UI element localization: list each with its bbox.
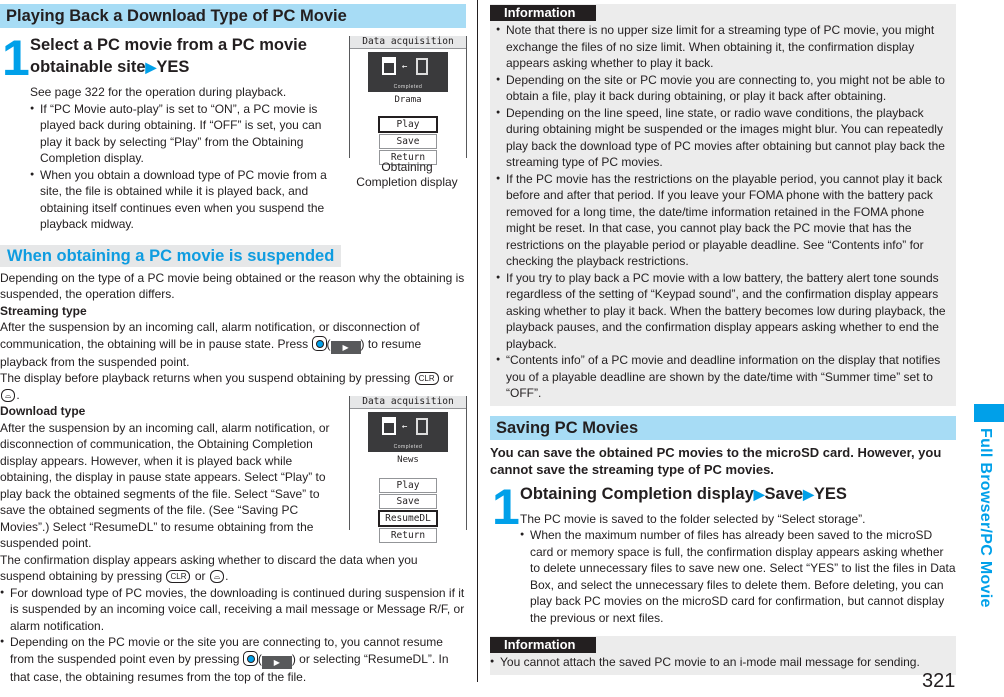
saving-lead: You can save the obtained PC movies to t…	[490, 444, 942, 477]
play-key-icon: ▶	[261, 655, 292, 669]
section-title-playing-back: Playing Back a Download Type of PC Movie	[0, 4, 466, 28]
bullet-item: Depending on the PC movie or the site yo…	[0, 634, 466, 685]
bullet-item: For download type of PC movies, the down…	[0, 585, 466, 635]
information-box: Information Note that there is no upper …	[490, 4, 956, 406]
information-label: Information	[490, 637, 596, 653]
obtaining-completion-screen: Data acquisition ← Completed Drama Play …	[349, 36, 467, 165]
step-text: The PC movie is saved to the folder sele…	[520, 511, 866, 526]
step-title: Select a PC movie from a PC movie obtain…	[30, 36, 307, 76]
download-completed-icon: ← Completed	[368, 412, 448, 452]
movie-name: Drama	[394, 95, 422, 105]
bullet-item: When the maximum number of files has alr…	[520, 527, 956, 626]
end-call-key-icon: ⌓	[209, 570, 225, 583]
info-bullet: Depending on the line speed, line state,…	[496, 105, 956, 171]
bullet-item: When you obtain a download type of PC mo…	[30, 167, 330, 233]
step-title: Obtaining Completion display▶Save▶YES	[520, 484, 847, 503]
step-number: 1	[492, 478, 520, 535]
center-key-icon	[242, 650, 258, 666]
download-type-text: After the suspension by an incoming call…	[0, 420, 330, 551]
download-suspended-screen: Data acquisition ← Completed News Play S…	[349, 396, 467, 543]
streaming-type-heading: Streaming type	[0, 303, 87, 318]
arrow-right-icon: ▶	[803, 485, 814, 502]
subsection-title-suspended: When obtaining a PC movie is suspended	[0, 244, 342, 267]
screen-title: Data acquisition	[350, 396, 466, 409]
information-box: Information You cannot attach the saved …	[490, 636, 956, 675]
play-key-icon: ▶	[330, 340, 361, 354]
clr-key-icon: CLR	[166, 570, 191, 583]
step-number: 1	[2, 30, 30, 86]
step-intro: See page 322 for the operation during pl…	[30, 85, 287, 99]
step-1-save: 1 Obtaining Completion display▶Save▶YES …	[490, 478, 956, 627]
page-number: 321	[922, 670, 956, 692]
end-call-key-icon: ⌓	[1, 388, 16, 402]
chapter-tab-marker	[974, 404, 1004, 422]
bullet-item: If “PC Movie auto-play” is set to “ON”, …	[30, 101, 330, 167]
center-key-icon	[311, 335, 327, 351]
info-bullet: Note that there is no upper size limit f…	[496, 22, 956, 72]
info-bullet: Depending on the site or PC movie you ar…	[496, 72, 956, 105]
info-bullet: If the PC movie has the restrictions on …	[496, 171, 956, 270]
section-title-saving: Saving PC Movies	[490, 415, 956, 440]
download-completed-icon: ← Completed	[368, 52, 448, 92]
screen-save-button: Save	[379, 494, 437, 509]
screen-resumedl-button: ResumeDL	[378, 510, 438, 527]
chapter-tab-label: Full Browser/PC Movie	[977, 428, 994, 608]
screen-save-button: Save	[379, 134, 437, 149]
clr-key-icon: CLR	[414, 372, 439, 385]
arrow-right-icon: ▶	[145, 59, 157, 75]
suspended-intro: Depending on the type of a PC movie bein…	[0, 270, 465, 302]
movie-name: News	[397, 455, 419, 465]
info-bullet: If you try to play back a PC movie with …	[496, 270, 956, 353]
download-confirm-text: The confirmation display appears asking …	[0, 552, 418, 583]
information-label: Information	[490, 5, 596, 21]
streaming-type-text: After the suspension by an incoming call…	[0, 320, 454, 402]
info-bullet: You cannot attach the saved PC movie to …	[490, 654, 956, 671]
column-divider	[477, 0, 478, 682]
screen-return-button: Return	[379, 528, 437, 543]
step-1-select-movie: 1 Select a PC movie from a PC movie obta…	[0, 30, 330, 167]
screen-play-button: Play	[378, 116, 438, 133]
screen-play-button: Play	[379, 478, 437, 493]
arrow-right-icon: ▶	[753, 485, 765, 502]
screen-caption: Obtaining Completion display	[356, 160, 458, 189]
info-bullet: “Contents info” of a PC movie and deadli…	[496, 352, 956, 402]
right-column: Information Note that there is no upper …	[490, 4, 956, 675]
screen-title: Data acquisition	[350, 36, 466, 49]
